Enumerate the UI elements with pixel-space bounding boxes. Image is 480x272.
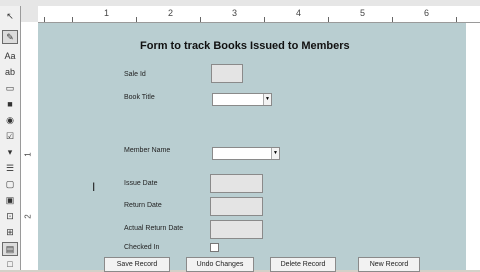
checked-in-checkbox[interactable]: [210, 243, 219, 252]
member-name-label: Member Name: [124, 147, 171, 154]
ruler-number: 1: [23, 152, 33, 157]
right-pane: [466, 23, 480, 270]
wizard-icon[interactable]: ✎: [2, 30, 18, 44]
book-title-combo[interactable]: ▼: [212, 93, 272, 106]
issue-date-label: Issue Date: [124, 180, 158, 187]
ruler-number: 1: [104, 8, 110, 18]
ruler-number: 2: [23, 214, 33, 219]
return-date-field[interactable]: [210, 197, 263, 216]
rectangle-icon[interactable]: □: [3, 258, 17, 270]
subform-icon[interactable]: ▤: [2, 242, 18, 256]
ruler-number: 5: [360, 8, 366, 18]
bound-frame-icon[interactable]: ⊞: [3, 226, 17, 238]
chevron-down-icon[interactable]: ▼: [271, 148, 279, 159]
button-icon[interactable]: ▢: [3, 178, 17, 190]
option-group-icon[interactable]: ▭: [3, 82, 17, 94]
form-title: Form to track Books Issued to Members: [140, 40, 350, 52]
book-title-label: Book Title: [124, 94, 155, 101]
ruler-number: 2: [168, 8, 174, 18]
ruler-number: 4: [296, 8, 302, 18]
vertical-ruler: 1 2: [21, 22, 39, 270]
text-cursor-icon: I: [92, 180, 96, 194]
sale-id-label: Sale Id: [124, 71, 146, 78]
actual-return-date-field[interactable]: [210, 220, 263, 239]
toolbox: ↖ ✎ Aa ab ▭ ■ ◉ ☑ ▾ ☰ ▢ ▣ ⊡ ⊞ ▤ □: [0, 6, 21, 270]
option-icon[interactable]: ◉: [3, 114, 17, 126]
actual-return-date-label: Actual Return Date: [124, 225, 184, 232]
textbox-icon[interactable]: ab: [3, 66, 17, 78]
frame-icon[interactable]: ⊡: [3, 210, 17, 222]
toggle-icon[interactable]: ■: [3, 98, 17, 110]
ruler-corner: [21, 6, 39, 23]
member-name-combo[interactable]: ▼: [212, 147, 280, 160]
list-icon[interactable]: ☰: [3, 162, 17, 174]
pointer-icon[interactable]: ↖: [3, 10, 17, 22]
ruler-number: 6: [424, 8, 430, 18]
checked-in-label: Checked In: [124, 244, 160, 251]
chevron-down-icon[interactable]: ▼: [263, 94, 271, 105]
ruler-number: 3: [232, 8, 238, 18]
checkbox-icon[interactable]: ☑: [3, 130, 17, 142]
issue-date-field[interactable]: [210, 174, 263, 193]
sale-id-field[interactable]: [211, 64, 243, 83]
image-icon[interactable]: ▣: [3, 194, 17, 206]
label-icon[interactable]: Aa: [3, 50, 17, 62]
return-date-label: Return Date: [124, 202, 162, 209]
combo-icon[interactable]: ▾: [3, 146, 17, 158]
horizontal-ruler: 1 2 3 4 5 6: [38, 6, 480, 23]
